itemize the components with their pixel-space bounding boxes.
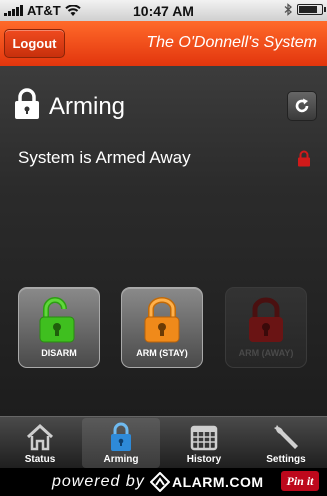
app-header: Logout The O'Donnell's System (0, 21, 327, 67)
tab-history-label: History (186, 454, 222, 465)
battery-icon (297, 4, 326, 15)
logout-button[interactable]: Logout (4, 29, 65, 58)
system-title: The O'Donnell's System (146, 34, 317, 51)
ios-status-bar: AT&T 10:47 AM (0, 0, 327, 21)
wrench-icon (274, 425, 298, 449)
arming-panel: Arming System is Armed Away DISARM ARM (… (0, 66, 327, 416)
tab-history[interactable]: History (165, 418, 243, 468)
brand-name: ALARM.COM (172, 474, 264, 490)
unlocked-padlock-icon (39, 297, 75, 343)
arm-away-button: ARM (AWAY) (225, 287, 307, 368)
arm-away-label: ARM (AWAY) (238, 348, 294, 358)
lock-icon (111, 422, 131, 451)
tab-arming-label: Arming (103, 454, 139, 465)
house-icon (26, 423, 54, 451)
tab-settings-label: Settings (266, 454, 306, 465)
lock-icon (15, 88, 39, 119)
refresh-button[interactable] (287, 91, 317, 121)
disarm-button[interactable]: DISARM (18, 287, 100, 368)
tab-status[interactable]: Status (1, 418, 79, 468)
calendar-icon (190, 425, 218, 451)
page-title: Arming (49, 93, 126, 120)
tab-arming[interactable]: Arming (82, 418, 160, 468)
system-status-text: System is Armed Away (18, 148, 191, 167)
armed-lock-icon (298, 150, 310, 167)
arm-stay-label: ARM (STAY) (136, 348, 188, 358)
section-header: Arming (0, 66, 327, 136)
disarm-label: DISARM (41, 348, 77, 358)
tab-settings[interactable]: Settings (247, 418, 325, 468)
arm-stay-button[interactable]: ARM (STAY) (121, 287, 203, 368)
footer-branding: powered by ALARM.COM Pin it (0, 468, 327, 496)
powered-by-text: powered by (52, 473, 145, 490)
locked-padlock-icon (144, 297, 180, 343)
tab-bar: Status Arming History Settings (0, 416, 327, 469)
clock: 10:47 AM (133, 3, 194, 19)
pin-it-button[interactable]: Pin it (281, 471, 319, 491)
alarm-logo-icon (150, 472, 170, 492)
bluetooth-icon (284, 3, 292, 16)
refresh-icon (295, 98, 309, 113)
tab-status-label: Status (24, 454, 56, 465)
locked-padlock-icon (249, 297, 283, 342)
status-icons (284, 3, 326, 16)
